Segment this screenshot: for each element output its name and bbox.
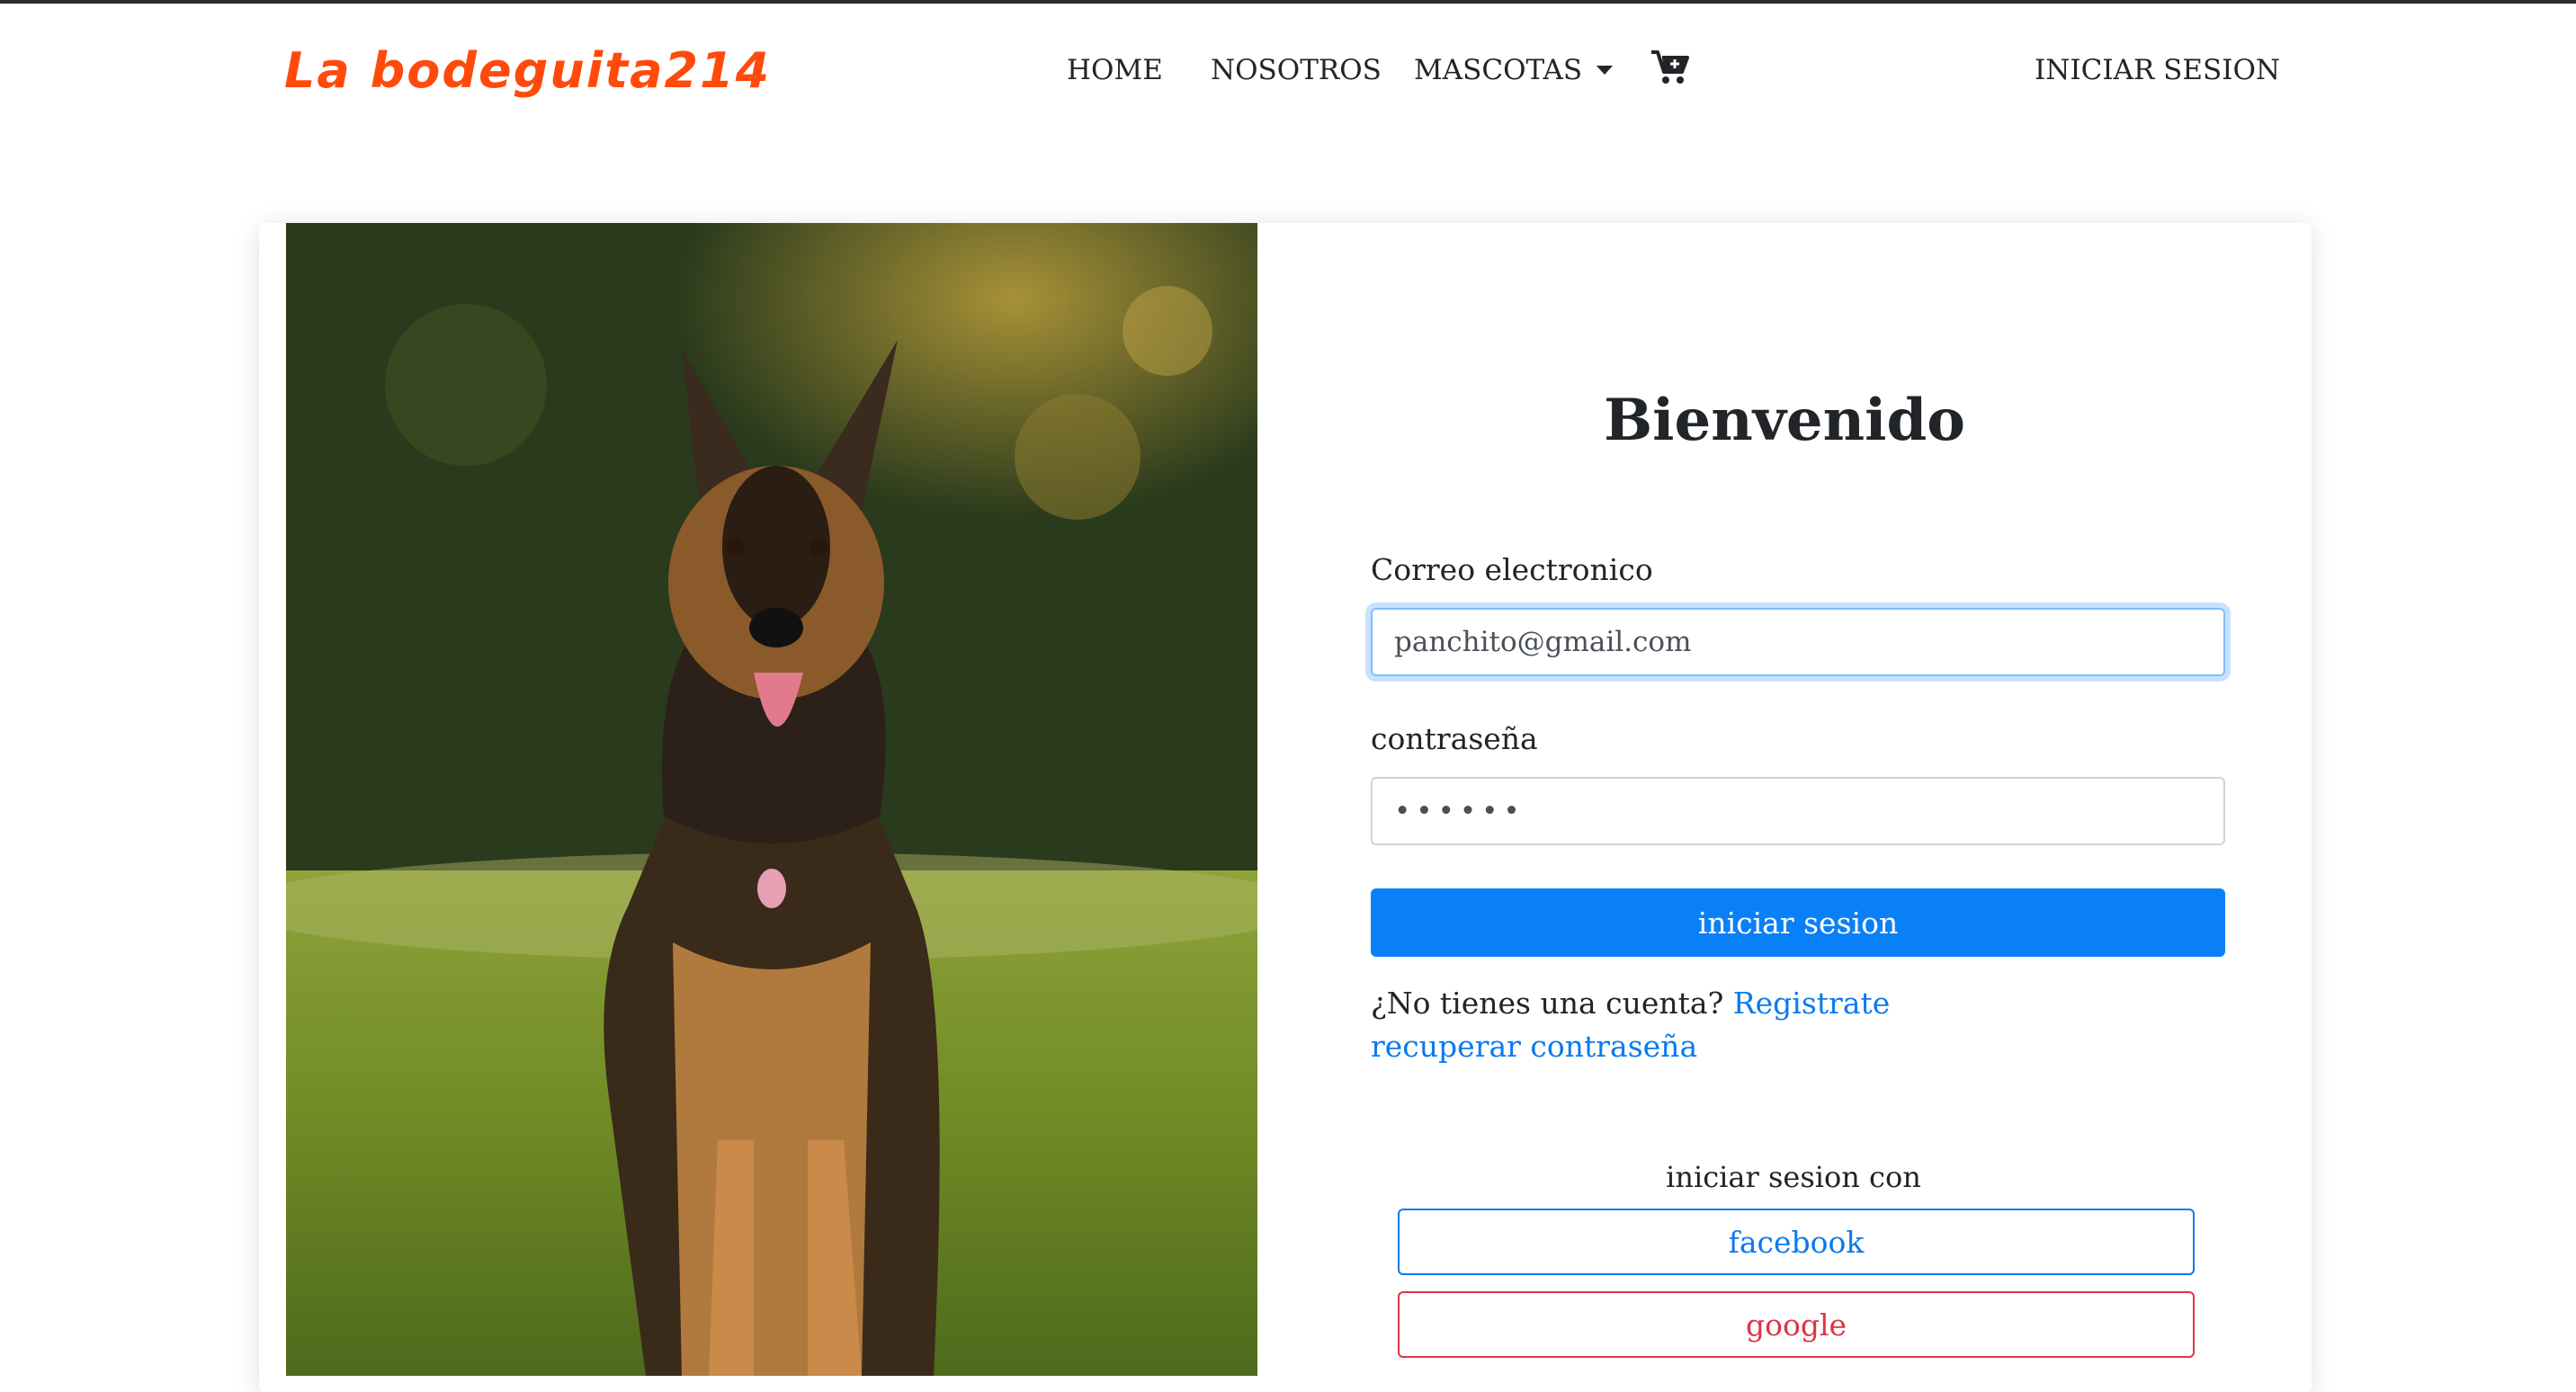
login-submit-button[interactable]: iniciar sesion: [1371, 888, 2225, 957]
google-login-button[interactable]: google: [1398, 1291, 2195, 1358]
facebook-login-button[interactable]: facebook: [1398, 1209, 2195, 1275]
nav-home[interactable]: HOME: [1067, 47, 1163, 94]
cart-plus-icon[interactable]: [1650, 47, 1691, 88]
nav-nosotros[interactable]: NOSOTROS: [1211, 47, 1382, 94]
brand-logo[interactable]: La bodeguita214: [284, 34, 771, 106]
password-value: ••••••: [1394, 795, 1525, 827]
email-value: panchito@gmail.com: [1394, 626, 1692, 658]
password-field[interactable]: ••••••: [1371, 777, 2225, 845]
chevron-down-icon: [1597, 66, 1614, 75]
register-prompt: ¿No tienes una cuenta? Registrate: [1371, 986, 1890, 1021]
nav-mascotas-dropdown[interactable]: MASCOTAS: [1414, 47, 1614, 94]
dog-photo: [286, 223, 1257, 1376]
no-account-text: ¿No tienes una cuenta?: [1371, 986, 1724, 1021]
email-label: Correo electronico: [1371, 552, 1653, 587]
window-top-border: [0, 0, 2576, 4]
password-label: contraseña: [1371, 721, 1538, 756]
nav-mascotas-label: MASCOTAS: [1414, 54, 1583, 86]
nav-iniciar-sesion[interactable]: INICIAR SESION: [2035, 47, 2280, 94]
email-field[interactable]: panchito@gmail.com: [1371, 608, 2225, 676]
recover-password-link[interactable]: recuperar contraseña: [1371, 1029, 1697, 1064]
register-link[interactable]: Registrate: [1733, 986, 1891, 1021]
social-login-label: iniciar sesion con: [1666, 1160, 1921, 1194]
page-title: Bienvenido: [1604, 387, 1965, 454]
